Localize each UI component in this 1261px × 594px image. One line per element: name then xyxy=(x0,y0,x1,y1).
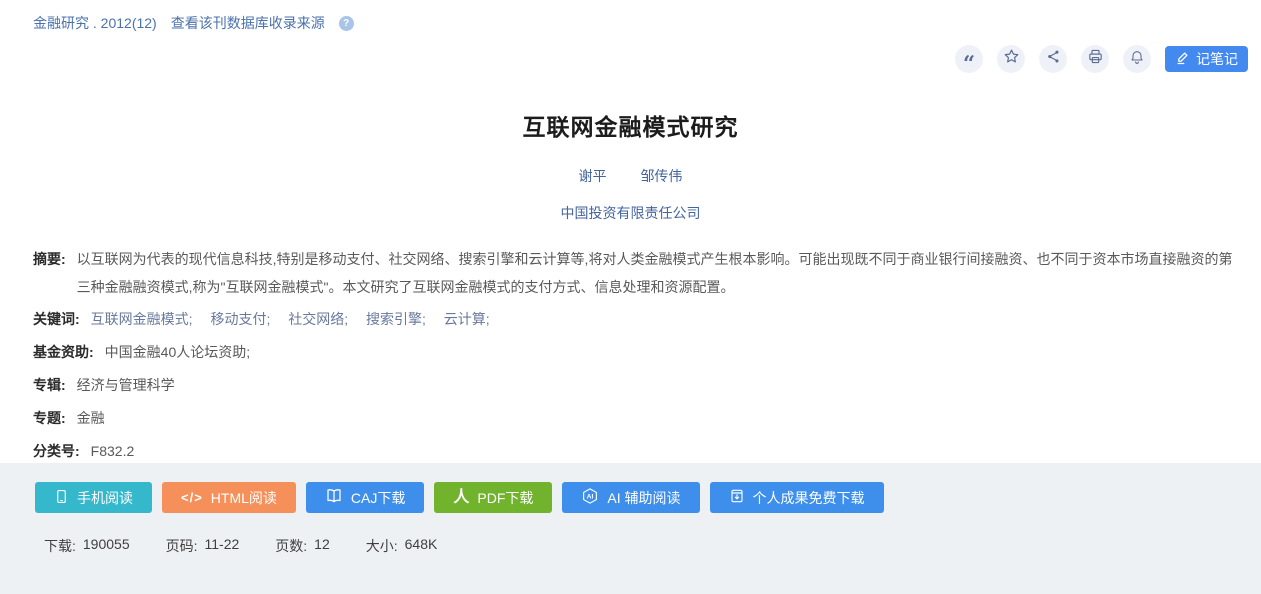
file-size-label: 大小: xyxy=(366,536,398,556)
abstract-text: 以互联网为代表的现代信息科技,特别是移动支付、社交网络、搜索引擎和云计算等,将对… xyxy=(77,245,1236,301)
keyword-link[interactable]: 互联网金融模式; xyxy=(91,311,193,327)
mobile-read-label: 手机阅读 xyxy=(77,488,133,508)
database-source-link[interactable]: 查看该刊数据库收录来源 xyxy=(171,13,325,33)
keywords-label: 关键词: xyxy=(33,309,80,329)
personal-free-download-button[interactable]: 个人成果免费下载 xyxy=(710,482,884,513)
article-head: 互联网金融模式研究 谢平 邹传伟 中国投资有限责任公司 xyxy=(0,0,1261,223)
svg-text:AI: AI xyxy=(587,494,594,501)
pdf-icon: 人 xyxy=(453,490,469,506)
pdf-download-label: PDF下载 xyxy=(477,488,533,508)
star-icon xyxy=(1003,48,1020,70)
page-count-value: 12 xyxy=(314,536,330,556)
take-notes-button[interactable]: 记笔记 xyxy=(1165,46,1248,72)
album-value: 经济与管理科学 xyxy=(77,375,175,395)
ai-assist-read-button[interactable]: AI AI 辅助阅读 xyxy=(562,482,699,513)
author-link[interactable]: 谢平 xyxy=(579,168,607,184)
file-size-value: 648K xyxy=(405,536,438,556)
author-link[interactable]: 邹传伟 xyxy=(640,168,682,184)
keywords-row: 关键词: 互联网金融模式; 移动支付; 社交网络; 搜索引擎; 云计算; xyxy=(33,309,1236,329)
print-button[interactable] xyxy=(1081,45,1109,73)
favorite-button[interactable] xyxy=(997,45,1025,73)
album-row: 专辑: 经济与管理科学 xyxy=(33,375,1236,395)
keyword-link[interactable]: 搜索引擎; xyxy=(366,311,426,327)
page-count-label: 页数: xyxy=(275,536,307,556)
quote-icon: “ xyxy=(963,59,975,69)
download-box-icon xyxy=(729,488,745,507)
album-label: 专辑: xyxy=(33,375,66,395)
topic-value: 金融 xyxy=(77,408,105,428)
abstract-row: 摘要: 以互联网为代表的现代信息科技,特别是移动支付、社交网络、搜索引擎和云计算… xyxy=(33,245,1236,301)
file-size-stat: 大小: 648K xyxy=(366,536,438,556)
code-icon: </> xyxy=(181,490,203,505)
journal-meta-bar: 金融研究 . 2012(12) 查看该刊数据库收录来源 ? xyxy=(33,13,354,33)
html-read-label: HTML阅读 xyxy=(211,488,277,508)
mobile-read-button[interactable]: 手机阅读 xyxy=(35,482,152,513)
download-button-row: 手机阅读 </> HTML阅读 CAJ下载 人 PDF下载 AI AI xyxy=(35,482,1261,513)
article-meta-block: 摘要: 以互联网为代表的现代信息科技,特别是移动支付、社交网络、搜索引擎和云计算… xyxy=(33,245,1236,461)
personal-free-download-label: 个人成果免费下载 xyxy=(753,488,865,508)
page-range-stat: 页码: 11-22 xyxy=(166,536,240,556)
keywords-list: 互联网金融模式; 移动支付; 社交网络; 搜索引擎; 云计算; xyxy=(91,309,504,329)
downloads-value: 190055 xyxy=(83,536,130,556)
cite-button[interactable]: “ xyxy=(955,45,983,73)
book-icon xyxy=(325,487,343,508)
caj-download-label: CAJ下载 xyxy=(351,488,405,508)
downloads-label: 下载: xyxy=(44,536,76,556)
fund-label: 基金资助: xyxy=(33,342,94,362)
printer-icon xyxy=(1087,48,1104,70)
author-list: 谢平 邹传伟 xyxy=(0,166,1261,186)
share-icon xyxy=(1046,49,1061,69)
clc-value: F832.2 xyxy=(91,441,135,461)
journal-issue-link[interactable]: 金融研究 . 2012(12) xyxy=(33,13,157,33)
abstract-label: 摘要: xyxy=(33,245,66,301)
page-count-stat: 页数: 12 xyxy=(275,536,329,556)
html-read-button[interactable]: </> HTML阅读 xyxy=(162,482,296,513)
keyword-link[interactable]: 社交网络; xyxy=(288,311,348,327)
download-footer: 手机阅读 </> HTML阅读 CAJ下载 人 PDF下载 AI AI xyxy=(0,463,1261,594)
keyword-link[interactable]: 云计算; xyxy=(444,311,490,327)
bell-icon xyxy=(1129,49,1145,70)
affiliation-link[interactable]: 中国投资有限责任公司 xyxy=(0,203,1261,223)
clc-label: 分类号: xyxy=(33,441,80,461)
page-title: 互联网金融模式研究 xyxy=(0,108,1261,142)
page-range-label: 页码: xyxy=(166,536,198,556)
topic-label: 专题: xyxy=(33,408,66,428)
take-notes-label: 记笔记 xyxy=(1196,49,1238,69)
help-icon[interactable]: ? xyxy=(339,16,354,31)
fund-row: 基金资助: 中国金融40人论坛资助; xyxy=(33,342,1236,362)
article-detail-page: 金融研究 . 2012(12) 查看该刊数据库收录来源 ? “ xyxy=(0,0,1261,594)
pen-icon xyxy=(1175,50,1190,68)
clc-row: 分类号: F832.2 xyxy=(33,441,1236,461)
action-bar: “ 记笔记 xyxy=(955,45,1248,73)
page-range-value: 11-22 xyxy=(205,536,240,556)
topic-row: 专题: 金融 xyxy=(33,408,1236,428)
ai-hexagon-icon: AI xyxy=(581,487,599,508)
alert-button[interactable] xyxy=(1123,45,1151,73)
downloads-stat: 下载: 190055 xyxy=(44,536,130,556)
ai-assist-read-label: AI 辅助阅读 xyxy=(607,488,680,508)
pdf-download-button[interactable]: 人 PDF下载 xyxy=(434,482,552,513)
phone-icon xyxy=(54,489,69,507)
fund-value[interactable]: 中国金融40人论坛资助; xyxy=(105,342,250,362)
caj-download-button[interactable]: CAJ下载 xyxy=(306,482,424,513)
article-stats-row: 下载: 190055 页码: 11-22 页数: 12 大小: 648K xyxy=(44,536,1261,556)
share-button[interactable] xyxy=(1039,45,1067,73)
keyword-link[interactable]: 移动支付; xyxy=(210,311,270,327)
